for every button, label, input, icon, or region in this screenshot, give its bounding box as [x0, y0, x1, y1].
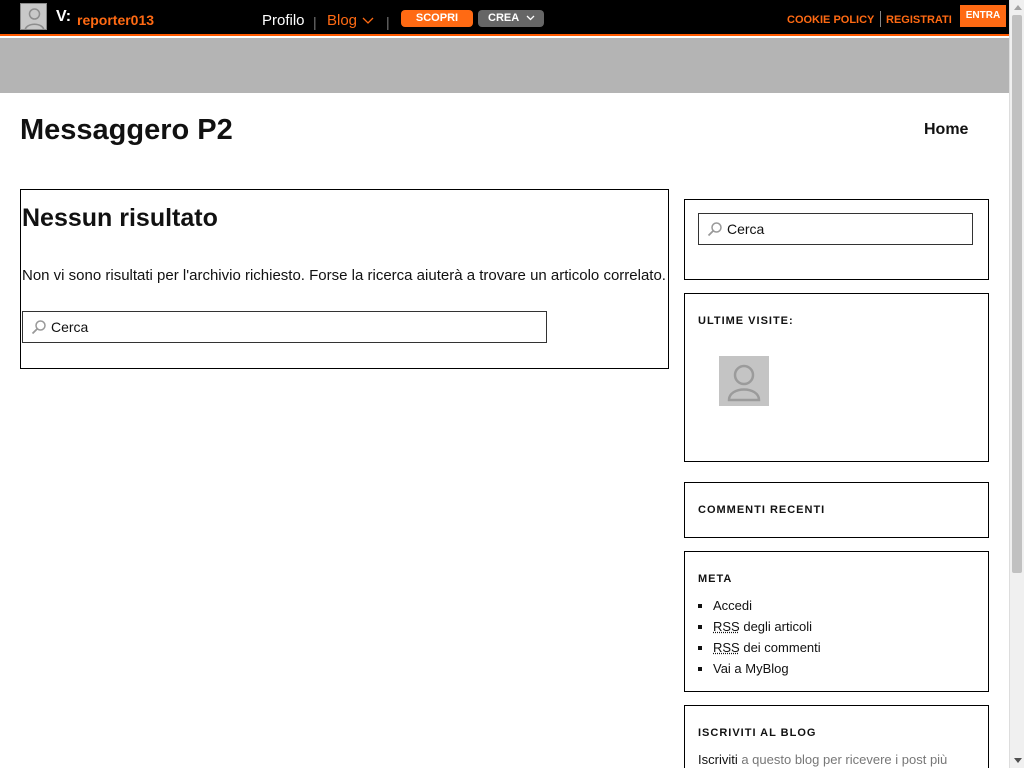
site-title[interactable]: Messaggero P2 — [20, 114, 233, 147]
recent-comments-widget: COMMENTI RECENTI — [684, 482, 989, 538]
crea-button-label: CREA — [488, 12, 520, 24]
no-results-section: Nessun risultato Non vi sono risultati p… — [20, 189, 669, 369]
scopri-button[interactable]: SCOPRI — [401, 10, 473, 27]
menu-separator: | — [313, 14, 317, 30]
meta-item-accedi[interactable]: Accedi — [713, 597, 821, 618]
main-search-input[interactable] — [51, 312, 541, 342]
rss-abbr: RSS — [713, 640, 740, 655]
subscribe-title: ISCRIVITI AL BLOG — [698, 727, 817, 739]
top-navigation-bar: V: reporter013 Profilo | Blog | SCOPRI C… — [0, 0, 1009, 36]
grey-banner — [0, 38, 1009, 93]
recent-visits-title: ULTIME VISITE: — [698, 315, 794, 327]
blog-menu-label: Blog — [327, 12, 358, 29]
virgilio-logo[interactable]: V: — [56, 8, 71, 26]
nav-home-link[interactable]: Home — [924, 121, 968, 139]
vertical-divider — [880, 11, 881, 27]
meta-item-rss-commenti[interactable]: RSS dei commenti — [713, 639, 821, 660]
meta-link[interactable]: dei commenti — [740, 640, 820, 655]
page-scrollbar[interactable] — [1009, 0, 1024, 768]
subscribe-description: Iscriviti a questo blog per ricevere i p… — [698, 752, 947, 767]
meta-link[interactable]: degli articoli — [740, 619, 812, 634]
scroll-up-arrow-icon[interactable] — [1010, 0, 1024, 15]
subscribe-link[interactable]: Iscriviti — [698, 752, 738, 767]
meta-item-rss-articoli[interactable]: RSS degli articoli — [713, 618, 821, 639]
meta-item-myblog[interactable]: Vai a MyBlog — [713, 660, 821, 681]
chevron-down-icon — [362, 12, 374, 29]
username-link[interactable]: reporter013 — [77, 12, 154, 28]
scrollbar-thumb[interactable] — [1012, 15, 1022, 573]
registrati-link[interactable]: REGISTRATI — [886, 14, 952, 26]
recent-comments-title: COMMENTI RECENTI — [698, 504, 826, 516]
no-results-heading: Nessun risultato — [22, 204, 218, 232]
entra-button[interactable]: ENTRA — [960, 5, 1006, 27]
crea-button[interactable]: CREA — [478, 10, 544, 27]
meta-link[interactable]: Vai a MyBlog — [713, 661, 789, 676]
chevron-down-icon — [526, 10, 535, 27]
user-avatar-icon[interactable] — [20, 3, 47, 30]
sidebar-search-form — [698, 213, 973, 245]
recent-visits-widget: ULTIME VISITE: — [684, 293, 989, 462]
subscribe-text: a questo blog per ricevere i post più — [737, 752, 948, 767]
no-results-message: Non vi sono risultati per l'archivio ric… — [22, 267, 666, 284]
search-icon — [707, 221, 723, 242]
visitor-avatar-icon[interactable] — [719, 356, 769, 406]
blog-menu[interactable]: Blog — [327, 12, 374, 29]
subscribe-widget: ISCRIVITI AL BLOG Iscriviti a questo blo… — [684, 705, 989, 768]
scroll-down-arrow-icon[interactable] — [1010, 753, 1024, 768]
meta-widget: META Accedi RSS degli articoli RSS dei c… — [684, 551, 989, 692]
cookie-policy-link[interactable]: COOKIE POLICY — [787, 14, 874, 26]
sidebar-search-input[interactable] — [727, 214, 967, 244]
search-icon — [31, 319, 47, 340]
meta-list: Accedi RSS degli articoli RSS dei commen… — [713, 597, 821, 681]
meta-link[interactable]: Accedi — [713, 598, 752, 613]
rss-abbr: RSS — [713, 619, 740, 634]
profile-link[interactable]: Profilo — [262, 12, 305, 29]
menu-separator: | — [386, 14, 390, 30]
meta-title: META — [698, 573, 733, 585]
sidebar-search-widget — [684, 199, 989, 280]
main-search-form — [22, 311, 547, 343]
